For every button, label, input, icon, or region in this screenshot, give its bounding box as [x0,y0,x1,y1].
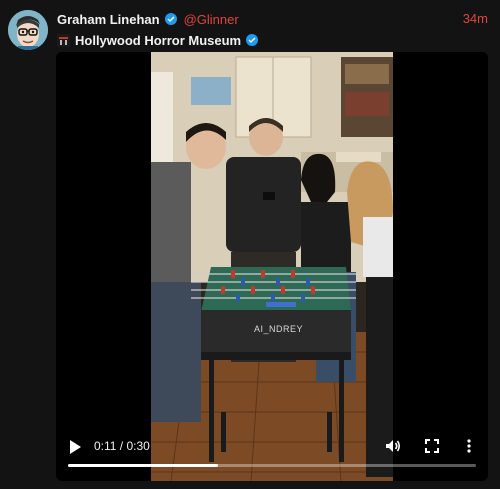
author-avatar[interactable] [8,10,48,50]
duration: 0:30 [126,439,150,453]
post-card: Graham Linehan @Glinner 34m Hollywood Ho… [0,0,500,489]
verified-badge-icon [246,34,259,46]
video-scene-image [151,52,393,481]
repost-source-name[interactable]: Hollywood Horror Museum [75,33,241,48]
author-name[interactable]: Graham Linehan [57,12,160,27]
repost-source-line: Hollywood Horror Museum [57,31,259,49]
video-progress-bar[interactable] [68,464,476,467]
verified-badge-icon [164,13,177,25]
cartoon-face-avatar-icon [8,10,48,50]
video-player[interactable]: AI_NDREY 0:11 / 0:30 [56,52,488,481]
volume-icon[interactable] [384,437,402,455]
time-separator: / [116,439,127,453]
author-line: Graham Linehan @Glinner [57,10,239,28]
post-timestamp[interactable]: 34m [463,11,488,26]
play-icon[interactable] [68,439,84,455]
video-frame[interactable]: AI_NDREY [151,52,393,481]
video-watermark: AI_NDREY [254,324,304,334]
video-controls: 0:11 / 0:30 [56,431,488,481]
video-progress-fill [68,464,218,467]
fullscreen-icon[interactable] [423,437,441,455]
author-handle[interactable]: @Glinner [184,12,239,27]
video-timecode: 0:11 / 0:30 [94,439,150,453]
more-options-icon[interactable] [460,437,478,455]
current-time: 0:11 [94,439,117,453]
museum-logo-icon [57,33,70,47]
